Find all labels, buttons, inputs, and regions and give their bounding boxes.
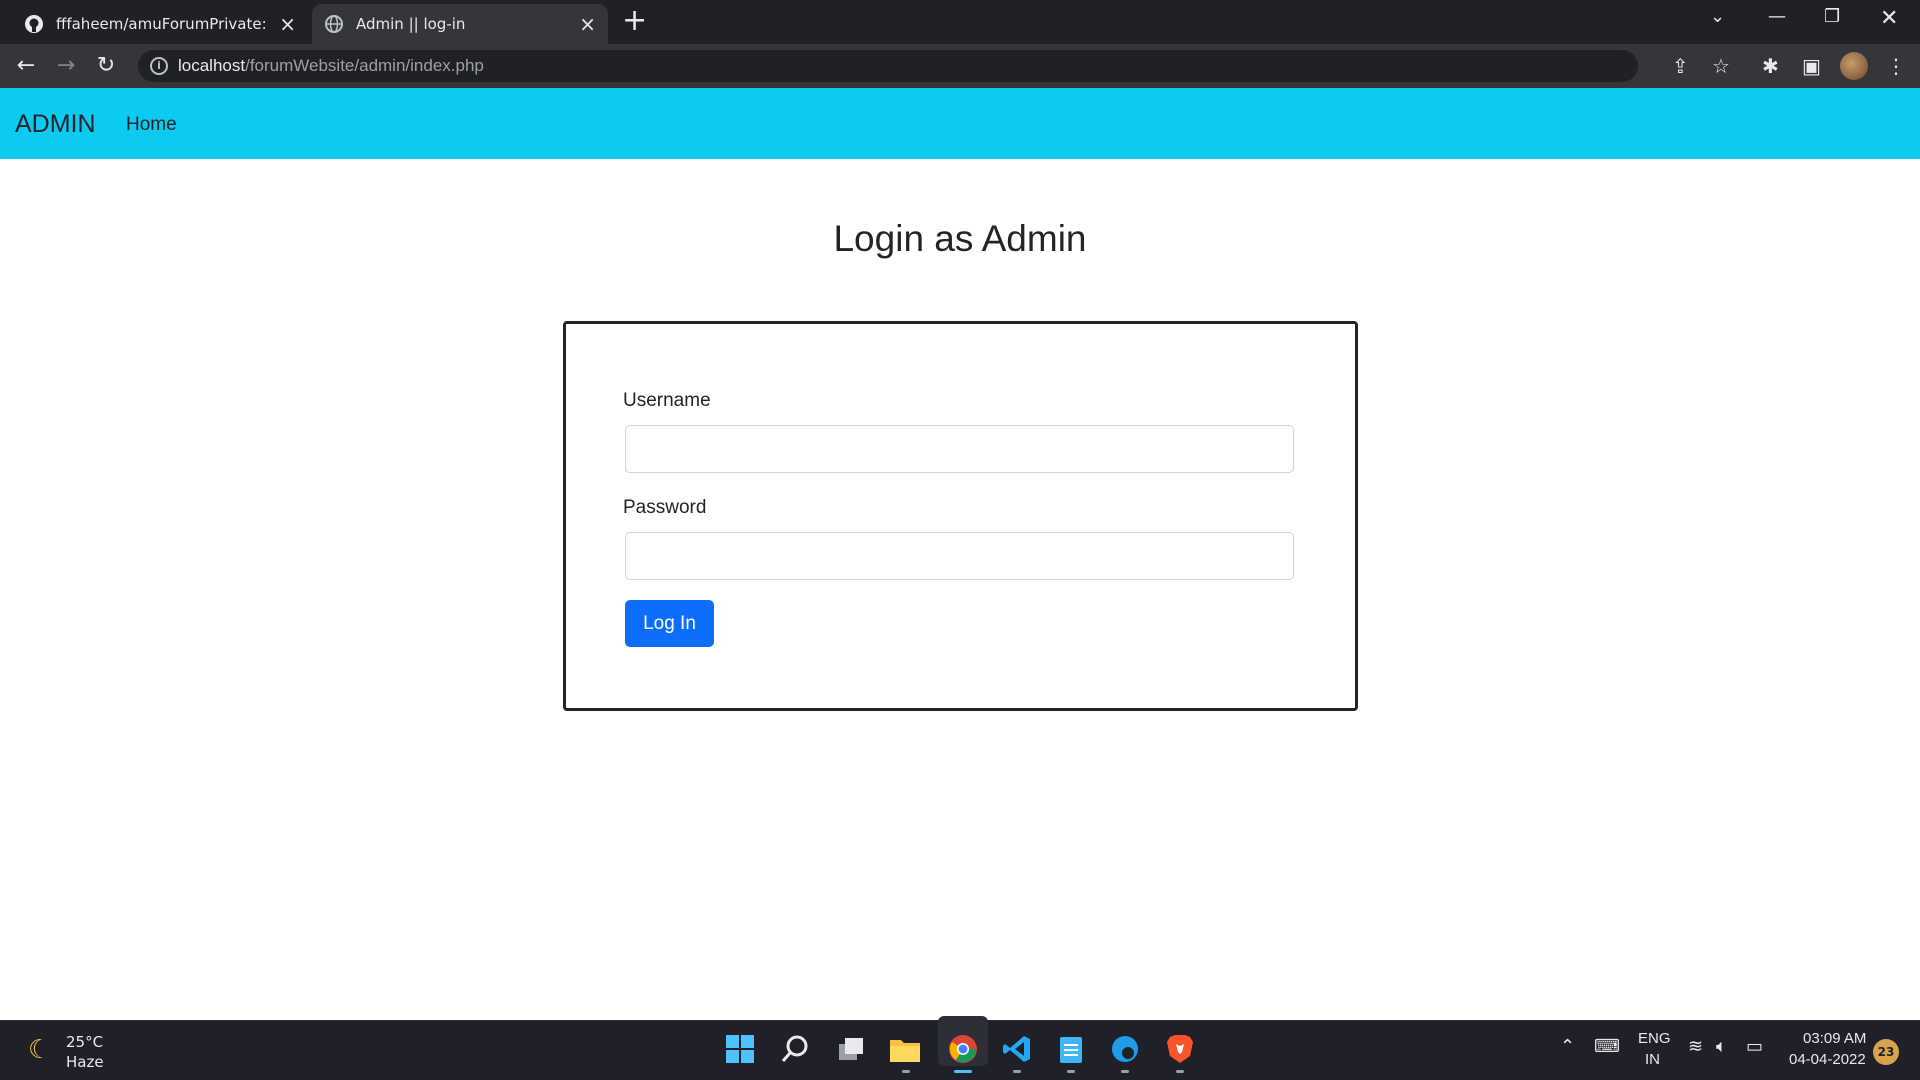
task-view-icon[interactable] xyxy=(834,1032,868,1066)
chevron-up-icon[interactable]: ⌃ xyxy=(1560,1036,1575,1057)
login-button[interactable]: Log In xyxy=(625,600,714,647)
clock-time[interactable]: 03:09 AM xyxy=(1803,1030,1866,1047)
url-text: localhost/forumWebsite/admin/index.php xyxy=(178,56,484,75)
nav-link-home[interactable]: Home xyxy=(126,114,177,136)
running-indicator xyxy=(1067,1070,1075,1073)
running-indicator xyxy=(1121,1070,1129,1073)
browser-toolbar: ← → ↻ i localhost/forumWebsite/admin/ind… xyxy=(0,44,1920,88)
region-indicator[interactable]: IN xyxy=(1645,1051,1660,1068)
edge-icon[interactable] xyxy=(1108,1032,1142,1066)
page-title: Login as Admin xyxy=(833,218,1087,259)
tab-search-icon[interactable]: ⌄ xyxy=(1710,6,1725,27)
share-icon[interactable]: ⇪ xyxy=(1672,54,1689,78)
notepad-icon[interactable] xyxy=(1054,1032,1088,1066)
chrome-icon[interactable] xyxy=(946,1032,980,1066)
minimize-icon[interactable]: — xyxy=(1768,6,1786,27)
tab-title: Admin || log-in xyxy=(356,15,466,33)
weather-temperature[interactable]: 25°C xyxy=(66,1033,103,1051)
globe-icon xyxy=(325,15,343,33)
running-indicator xyxy=(1013,1070,1021,1073)
navbar-brand[interactable]: ADMIN xyxy=(15,110,96,139)
volume-icon[interactable]: 🔈︎ xyxy=(1716,1036,1727,1057)
clock-date[interactable]: 04-04-2022 xyxy=(1789,1051,1866,1068)
running-indicator-active xyxy=(954,1070,972,1073)
reload-icon[interactable]: ↻ xyxy=(92,52,120,80)
battery-icon[interactable]: ▭ xyxy=(1746,1036,1763,1057)
start-icon[interactable] xyxy=(723,1032,757,1066)
close-tab-icon[interactable]: × xyxy=(579,12,596,36)
new-tab-button[interactable]: + xyxy=(622,6,647,36)
username-label: Username xyxy=(623,390,711,411)
close-window-icon[interactable]: ✕ xyxy=(1880,6,1898,31)
running-indicator xyxy=(1176,1070,1184,1073)
vscode-icon[interactable] xyxy=(1000,1032,1034,1066)
close-tab-icon[interactable]: × xyxy=(279,12,296,36)
weather-description[interactable]: Haze xyxy=(66,1053,104,1071)
username-input[interactable] xyxy=(625,425,1294,473)
site-info-icon[interactable]: i xyxy=(150,57,168,75)
password-label: Password xyxy=(623,497,707,518)
search-icon[interactable] xyxy=(778,1032,812,1066)
side-panel-icon[interactable]: ▣ xyxy=(1802,54,1821,78)
running-indicator xyxy=(902,1070,910,1073)
keyboard-icon[interactable]: ⌨ xyxy=(1594,1036,1620,1057)
extensions-icon[interactable]: ✱ xyxy=(1762,54,1779,78)
menu-icon[interactable]: ⋮ xyxy=(1886,54,1906,78)
restore-icon[interactable]: ❐ xyxy=(1824,6,1840,27)
file-explorer-icon[interactable] xyxy=(888,1032,922,1066)
brave-icon[interactable] xyxy=(1163,1032,1197,1066)
back-icon[interactable]: ← xyxy=(12,52,40,80)
password-input[interactable] xyxy=(625,532,1294,580)
profile-avatar[interactable] xyxy=(1840,52,1868,80)
tab-title: fffaheem/amuForumPrivate: Foru xyxy=(56,15,271,33)
forward-icon[interactable]: → xyxy=(52,52,80,80)
browser-tabstrip: fffaheem/amuForumPrivate: Foru × Admin |… xyxy=(0,0,1920,44)
tab-admin-login[interactable]: Admin || log-in × xyxy=(312,4,608,44)
tab-github[interactable]: fffaheem/amuForumPrivate: Foru × xyxy=(12,4,308,44)
github-icon xyxy=(25,15,43,33)
notification-badge[interactable]: 23 xyxy=(1873,1039,1899,1065)
site-navbar: ADMIN Home xyxy=(0,88,1920,159)
language-indicator[interactable]: ENG xyxy=(1638,1030,1671,1047)
bookmark-star-icon[interactable]: ☆ xyxy=(1712,54,1730,78)
wifi-icon[interactable]: ≋ xyxy=(1688,1036,1703,1057)
address-bar[interactable]: i localhost/forumWebsite/admin/index.php xyxy=(138,50,1638,82)
moon-icon[interactable]: ☾ xyxy=(28,1035,51,1065)
